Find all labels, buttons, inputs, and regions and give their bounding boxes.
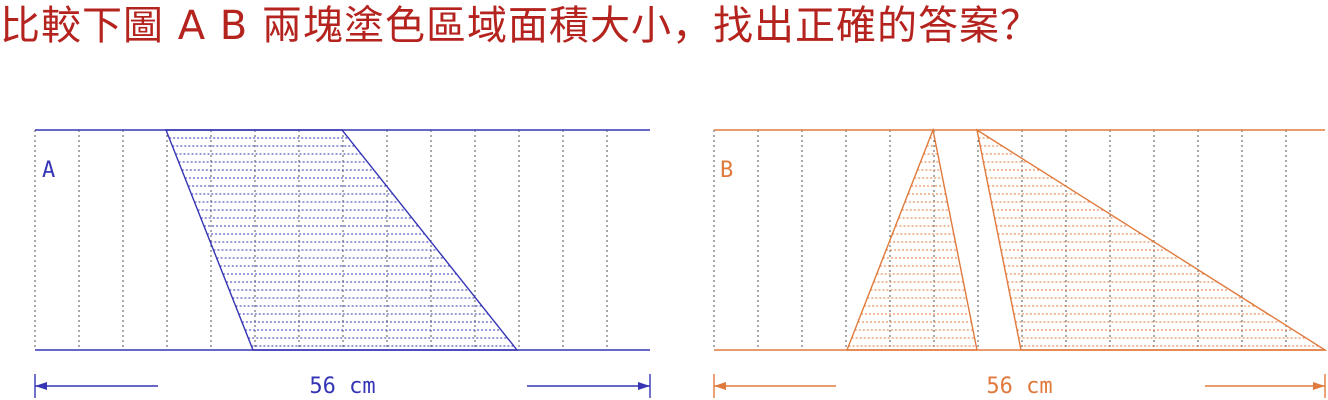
figure-b: B 56 cm	[713, 127, 1328, 399]
shaded-region-outline	[975, 128, 1328, 351]
width-label: 56 cm	[986, 374, 1052, 399]
region-label: A	[42, 158, 55, 183]
width-label: 56 cm	[309, 374, 375, 399]
figure-canvas: A 56 cm B 56 cm	[34, 127, 1328, 399]
figure-a: A 56 cm	[34, 129, 651, 399]
shaded-region-outline	[845, 127, 978, 351]
arrowhead-left	[714, 382, 726, 390]
arrowhead-right	[638, 382, 650, 390]
arrowhead-right	[1313, 382, 1325, 390]
shaded-region-outline	[164, 129, 519, 351]
region-label: B	[720, 158, 733, 183]
arrowhead-left	[35, 382, 47, 390]
